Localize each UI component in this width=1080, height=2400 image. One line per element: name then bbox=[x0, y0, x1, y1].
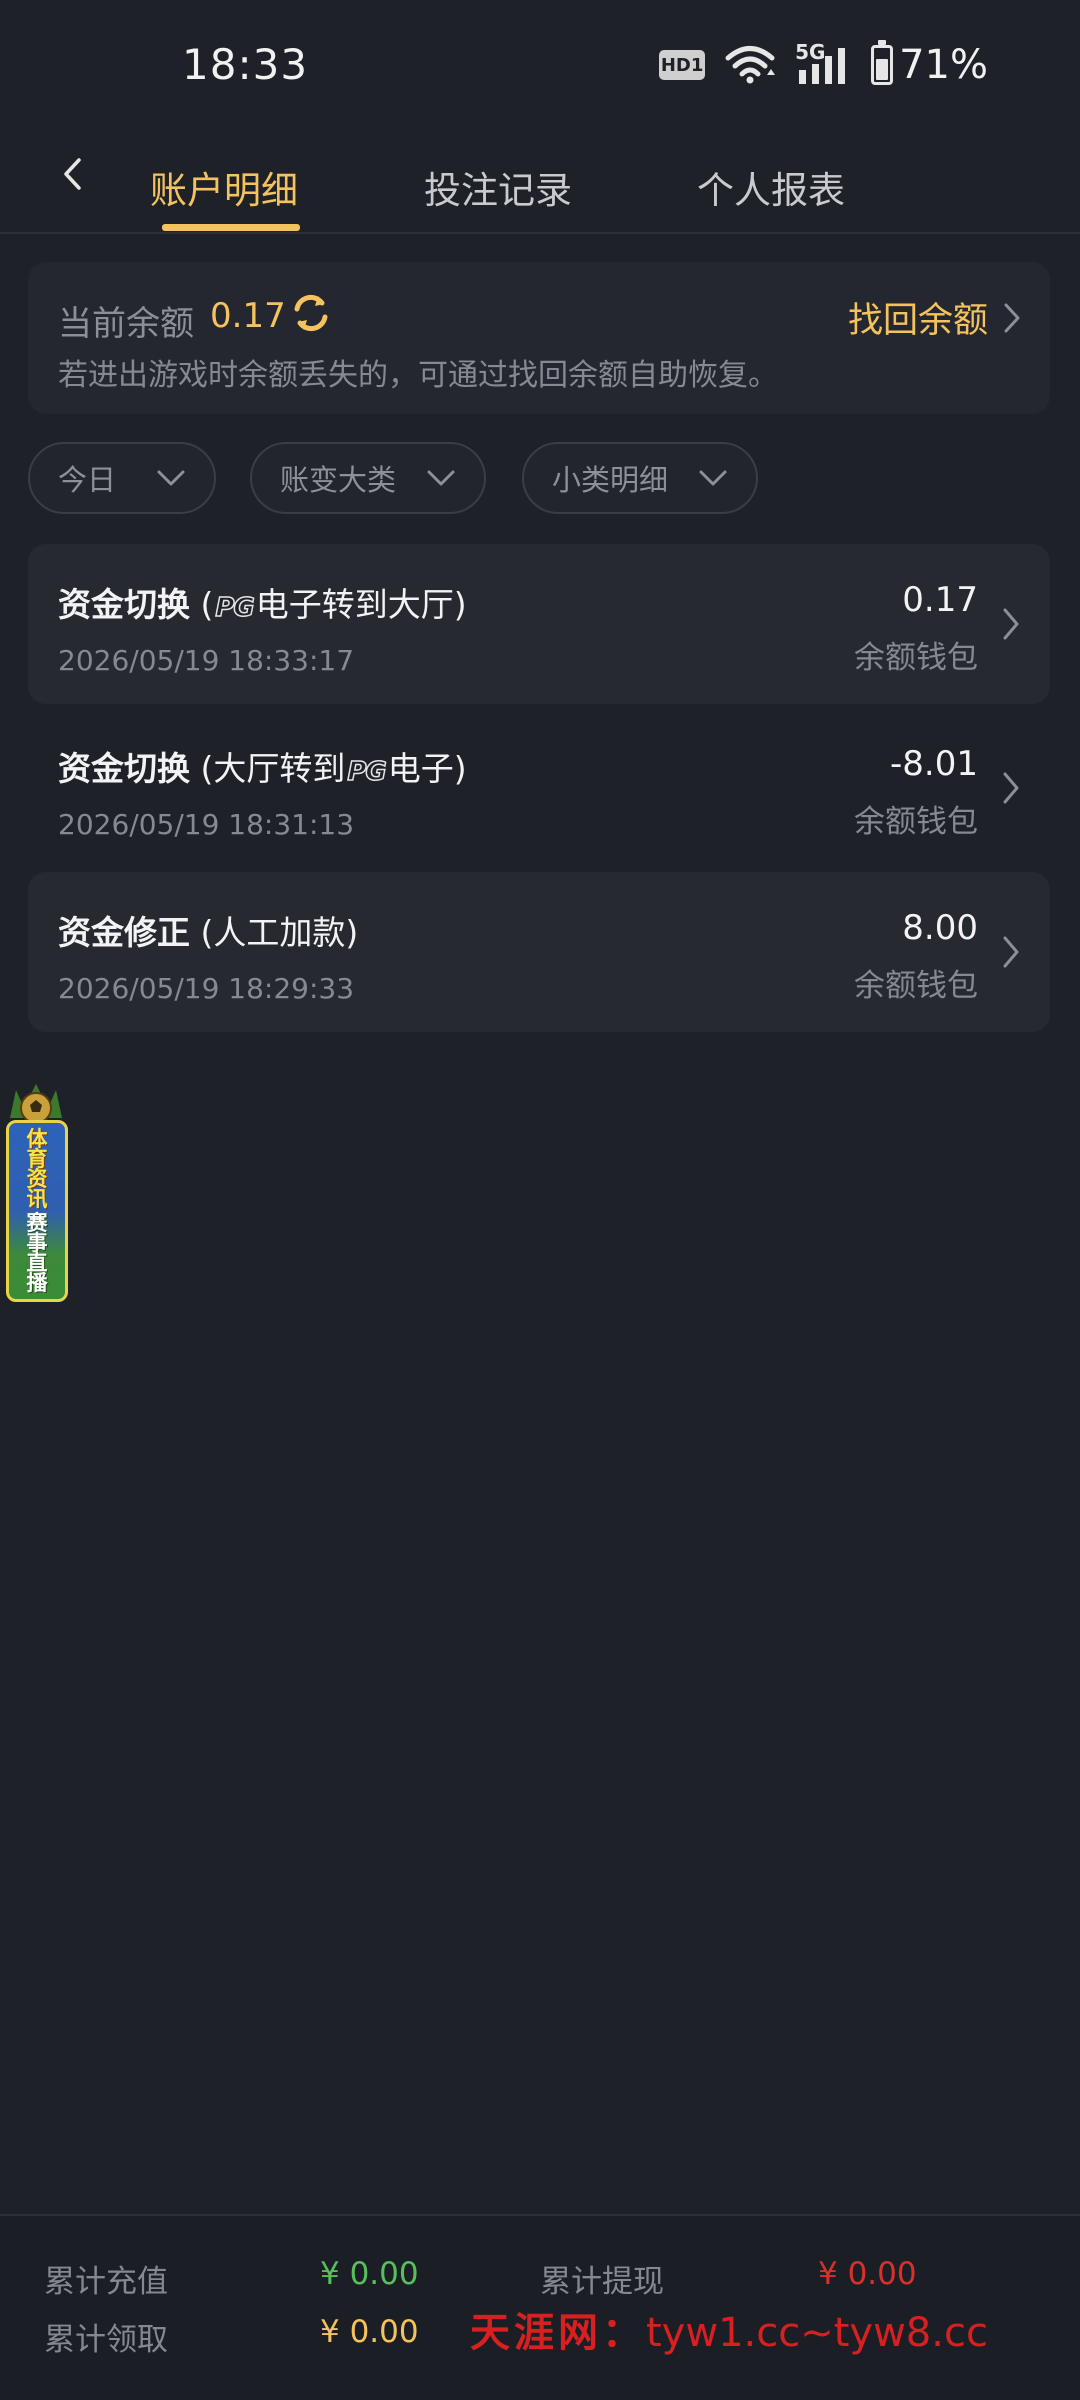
transaction-wallet: 余额钱包 bbox=[854, 968, 978, 1004]
total-withdraw-label: 累计提现 bbox=[540, 2264, 664, 2300]
sports-news-banner[interactable]: 体 育 资 讯 赛 事 直 播 bbox=[2, 1078, 70, 1304]
total-withdraw-value: ¥ 0.00 bbox=[818, 2256, 917, 2292]
chevron-right-icon bbox=[1003, 772, 1019, 804]
total-claim-value: ¥ 0.00 bbox=[320, 2314, 419, 2350]
soccer-ball-icon bbox=[10, 1084, 62, 1124]
transaction-amount: 0.17 bbox=[902, 580, 978, 620]
refresh-icon[interactable] bbox=[290, 292, 332, 334]
filter-subcategory[interactable]: 小类明细 bbox=[522, 442, 758, 514]
transaction-date: 2026/05/19 18:29:33 bbox=[58, 972, 355, 1005]
tab-personal-report[interactable]: 个人报表 bbox=[697, 160, 845, 214]
transaction-wallet: 余额钱包 bbox=[854, 640, 978, 676]
battery-icon bbox=[871, 40, 894, 85]
transaction-title: 资金切换 (大厅转到PG电子) bbox=[58, 749, 467, 788]
battery-indicator: 71% bbox=[871, 40, 988, 88]
back-button[interactable] bbox=[52, 144, 92, 204]
transaction-date: 2026/05/19 18:31:13 bbox=[58, 808, 355, 841]
total-claim-label: 累计领取 bbox=[44, 2322, 168, 2358]
chevron-left-icon bbox=[64, 158, 81, 190]
active-tab-indicator bbox=[162, 224, 300, 231]
filter-subcategory-label: 小类明细 bbox=[552, 463, 669, 497]
total-deposit-value: ¥ 0.00 bbox=[320, 2256, 419, 2292]
status-icons: HD1 5G 71% bbox=[659, 40, 988, 88]
filter-date[interactable]: 今日 bbox=[28, 442, 216, 514]
transaction-amount: -8.01 bbox=[890, 744, 978, 784]
transaction-amount: 8.00 bbox=[902, 908, 978, 948]
total-deposit-label: 累计充值 bbox=[44, 2264, 168, 2300]
recover-balance-label: 找回余额 bbox=[847, 301, 988, 341]
summary-footer: 累计充值 ¥ 0.00 累计提现 ¥ 0.00 累计领取 ¥ 0.00 天涯网：… bbox=[0, 2214, 1080, 2400]
transaction-title: 资金修正 (人工加款) bbox=[58, 913, 359, 952]
transaction-date: 2026/05/19 18:33:17 bbox=[58, 644, 355, 677]
chevron-down-icon bbox=[427, 470, 455, 486]
tab-account-details[interactable]: 账户明细 bbox=[150, 160, 298, 214]
battery-percent: 71% bbox=[899, 42, 988, 88]
balance-card: 当前余额 0.17 找回余额 若进出游戏时余额丢失的，可通过找回余额自助恢复。 bbox=[28, 262, 1050, 414]
chevron-right-icon bbox=[1003, 608, 1019, 640]
sports-banner-body: 体 育 资 讯 赛 事 直 播 bbox=[6, 1120, 68, 1302]
pg-logo-icon: PG bbox=[347, 756, 388, 788]
transaction-row[interactable]: 资金切换 (大厅转到PG电子) 2026/05/19 18:31:13 -8.0… bbox=[28, 708, 1050, 868]
balance-value: 0.17 bbox=[210, 296, 286, 336]
filter-category-label: 账变大类 bbox=[280, 463, 397, 497]
chevron-right-icon bbox=[1004, 303, 1020, 332]
tab-bet-records[interactable]: 投注记录 bbox=[424, 160, 572, 214]
pg-logo-icon: PG bbox=[215, 592, 256, 624]
watermark: 天涯网：tyw1.cc~tyw8.cc bbox=[470, 2309, 988, 2356]
filter-category[interactable]: 账变大类 bbox=[250, 442, 486, 514]
hd-icon: HD1 bbox=[659, 50, 706, 80]
chevron-right-icon bbox=[1003, 936, 1019, 968]
balance-hint: 若进出游戏时余额丢失的，可通过找回余额自助恢复。 bbox=[58, 358, 778, 393]
balance-label: 当前余额 bbox=[58, 304, 194, 344]
recover-balance-link[interactable]: 找回余额 bbox=[848, 292, 1022, 343]
transaction-title: 资金切换 (PG电子转到大厅) bbox=[58, 585, 467, 624]
wifi-icon bbox=[725, 46, 776, 84]
transaction-row[interactable]: 资金修正 (人工加款) 2026/05/19 18:29:33 8.00 余额钱… bbox=[28, 872, 1050, 1032]
filter-date-label: 今日 bbox=[58, 463, 117, 497]
status-time: 18:33 bbox=[182, 40, 309, 89]
transaction-wallet: 余额钱包 bbox=[854, 804, 978, 840]
tabs-header: 账户明细 投注记录 个人报表 bbox=[0, 130, 1080, 234]
signal-5g-icon: 5G bbox=[795, 40, 851, 86]
transaction-row[interactable]: 资金切换 (PG电子转到大厅) 2026/05/19 18:33:17 0.17… bbox=[28, 544, 1050, 704]
chevron-down-icon bbox=[157, 470, 185, 486]
status-bar: 18:33 HD1 5G 71% bbox=[0, 0, 1080, 130]
chevron-down-icon bbox=[699, 470, 727, 486]
